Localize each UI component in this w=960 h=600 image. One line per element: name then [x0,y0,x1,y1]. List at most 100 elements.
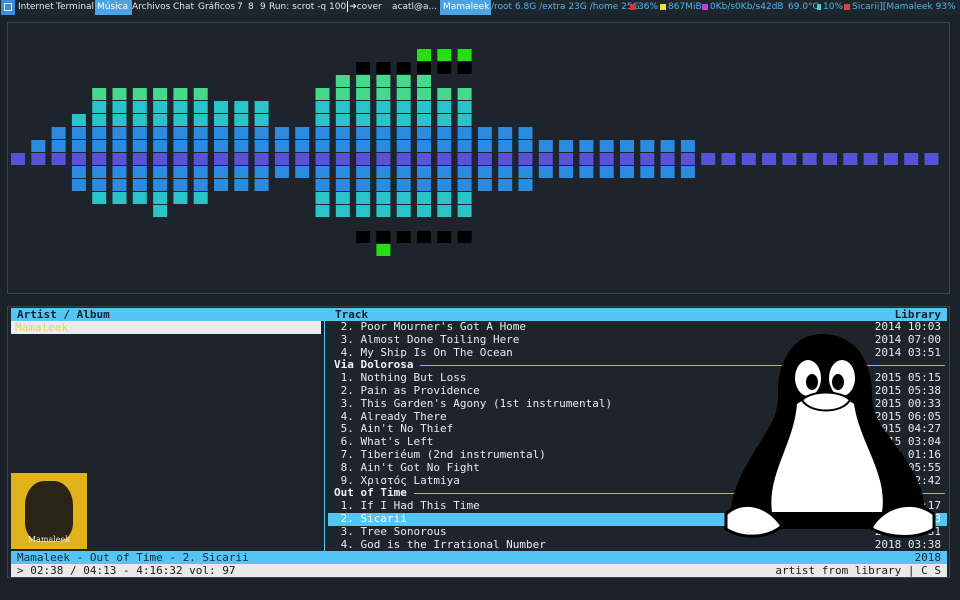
visualizer-bar-cell [356,192,371,204]
visualizer-bar-cell [437,192,452,204]
track-row[interactable]: 4. God is the Irrational Number 2018 03:3… [328,537,947,551]
visualizer-bar-cell [396,127,411,139]
track-row[interactable]: 4. My Ship Is On The Ocean 2014 03:51 [328,346,947,360]
visualizer-bar-cell [335,88,350,100]
visualizer-bar-cell [518,166,533,178]
visualizer-bar-cell [214,127,228,139]
visualizer-bar-cell [214,179,228,191]
visualizer-bar-cell [417,153,431,165]
visualizer-bar-cell [376,140,391,152]
visualizer-bar-cell [71,179,86,191]
visualizer-bar-cell [437,166,452,178]
visualizer-peak-cell [417,62,431,74]
visualizer-bar-cell [132,153,147,165]
run-completion[interactable]: cover [357,2,382,12]
layout-icon[interactable] [1,0,15,15]
workspace-terminal[interactable]: Terminal [54,0,96,15]
visualizer-bar-cell [295,153,310,165]
track-row[interactable]: 3. This Garden's Agony (1st instrumental… [328,397,947,411]
workspace-archivos[interactable]: Archivos [130,0,172,15]
visualizer-bar-cell [234,127,249,139]
workspace-9[interactable]: 9 [258,0,268,15]
track-title: 3. Tree Sonorous [334,524,447,538]
visualizer-bar-cell [437,153,452,165]
visualizer-peak-cell [437,62,452,74]
task-terminal[interactable]: acatl@a... [392,0,437,15]
visualizer-bar-cell [356,140,371,152]
visualizer-bar-cell [112,192,127,204]
workspace-internet[interactable]: Internet [16,0,56,15]
visualizer-bar-cell [234,101,249,113]
visualizer-bar-cell [457,153,472,165]
visualizer-bar-cell [112,153,127,165]
visualizer-bar-cell [599,140,614,152]
track-row[interactable]: 9. Χριστός Latmiya 2015 02:42 [328,474,947,488]
visualizer-bar-cell [660,140,675,152]
track-list[interactable]: 2. Poor Mourner's Got A Home 2014 10:03 3… [328,321,947,551]
visualizer-bar-cell [518,179,533,191]
music-icon [844,3,850,10]
visualizer-bar-cell [274,153,289,165]
track-title: 2. Poor Mourner's Got A Home [334,321,527,333]
visualizer-bar-cell [680,166,695,178]
visualizer-bar-cell [173,153,188,165]
visualizer-peak-cell [457,62,472,74]
visualizer-bar-cell [396,179,411,191]
visualizer-bar-cell [112,140,127,152]
visualizer-bar-cell [335,179,350,191]
workspace-8[interactable]: 8 [246,0,256,15]
visualizer-bar-cell [721,153,736,165]
visualizer-bar-cell [620,166,634,178]
visualizer-bar-cell [153,88,168,100]
visualizer-bar-cell [538,153,553,165]
visualizer-bar-cell [559,153,574,165]
track-info: 2018 03:38 [874,537,941,551]
run-prompt[interactable]: Run: scrot -q 100 ➔cover [269,0,382,15]
track-row[interactable]: 3. Tree Sonorous 2018 05:31 [328,524,947,539]
visualizer-bar-cell [132,179,147,191]
now-playing-text: Mamaleek - Out of Time - 2. Sicarii [17,551,249,564]
selected-artist[interactable]: Mamaleek [11,321,321,334]
track-info: 2018 05:31 [874,524,941,538]
visualizer-bar-cell [417,192,431,204]
track-row[interactable]: 1. If I Had This Time 2018 05:17 [328,499,947,513]
visualizer-bar-cell [315,192,330,204]
workspace-graficos[interactable]: Gráficos [196,0,237,15]
battery-stat: 10% [817,0,843,15]
visualizer-bar-cell [92,166,107,178]
visualizer-bar-cell [214,140,228,152]
workspace-7[interactable]: 7 [235,0,245,15]
task-mamaleek[interactable]: Mamaleek [440,0,491,15]
visualizer-bar-cell [153,114,168,126]
visualizer-bar-cell [132,166,147,178]
visualizer-bar-cell [417,127,431,139]
visualizer-bar-cell [437,88,452,100]
visualizer-bar-cell [823,153,837,165]
arrow-icon: ➔ [349,2,357,12]
visualizer-bar-cell [376,166,391,178]
visualizer-bar-cell [112,101,127,113]
visualizer-bar-cell [234,140,249,152]
track-row[interactable]: 8. Ain't Got No Fight 2015 05:55 [328,461,947,475]
artist-album-pane[interactable]: Mamaleek Mamaleek [11,321,321,551]
visualizer-bar-cell [376,101,391,113]
visualizer-bar-cell [335,114,350,126]
visualizer-bar-cell [518,127,533,139]
visualizer-bar-cell [112,166,127,178]
visualizer-bar-cell [498,179,513,191]
visualizer-bar-cell [376,153,391,165]
visualizer-bar-cell [173,114,188,126]
visualizer-bar-cell [132,140,147,152]
visualizer-bar-cell [295,166,310,178]
workspace-chat[interactable]: Chat [171,0,196,15]
visualizer-bar-cell [457,179,472,191]
visualizer-bar-cell [193,101,208,113]
visualizer-bar-cell [437,101,452,113]
visualizer-bar-cell [173,127,188,139]
visualizer-bar-cell [254,166,269,178]
net-value: 0Kb/s0Kb/s [710,2,761,12]
visualizer-bar-cell [214,166,228,178]
track-title: 3. Almost Done Toiling Here [334,332,520,346]
workspace-musica[interactable]: Música [95,0,132,15]
track-row[interactable]: 3. Almost Done Toiling Here 2014 07:00 [328,332,947,347]
